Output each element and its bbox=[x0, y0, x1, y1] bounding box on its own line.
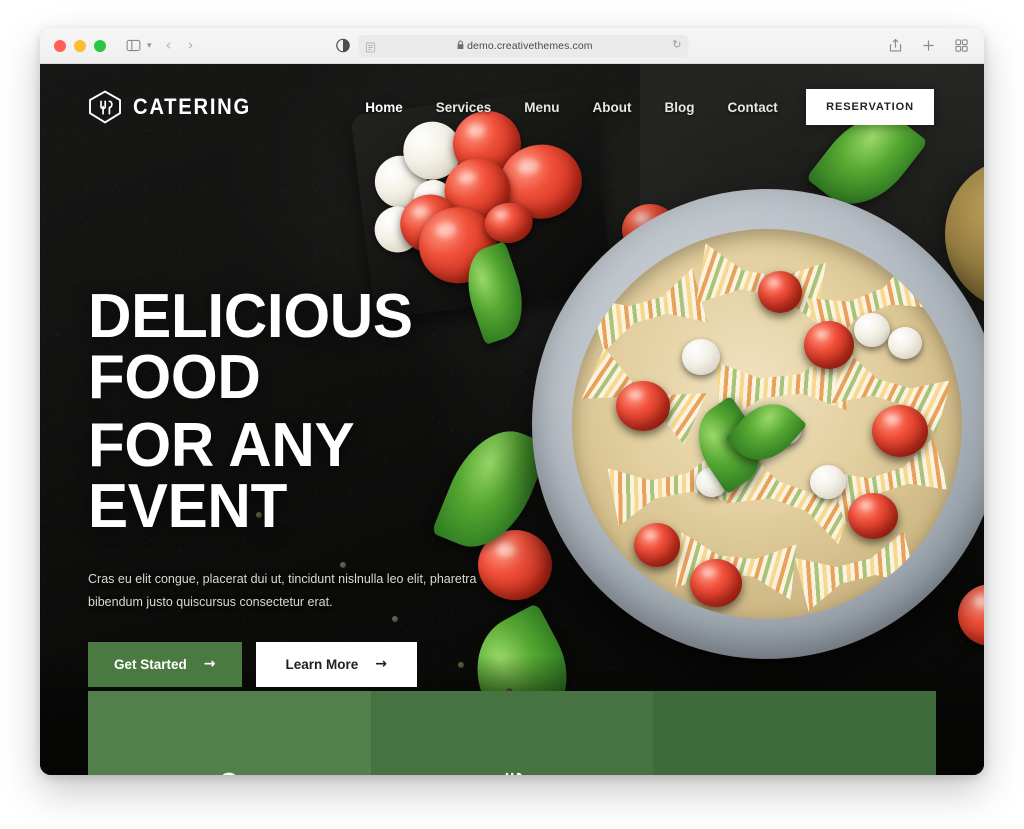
plus-icon[interactable] bbox=[919, 37, 937, 55]
window-controls bbox=[54, 39, 106, 52]
browser-toolbar: ▾ ‹ › demo.creativethemes.com ↻ bbox=[40, 28, 984, 64]
learn-more-button[interactable]: Learn More → bbox=[255, 641, 418, 687]
lock-icon bbox=[456, 40, 464, 52]
back-button[interactable]: ‹ bbox=[166, 38, 172, 53]
hero-description: Cras eu elit congue, placerat dui ut, ti… bbox=[88, 571, 477, 609]
address-url-text: demo.creativethemes.com bbox=[467, 39, 593, 52]
page-viewport: CATERING Home Services Menu About Blog C… bbox=[40, 64, 984, 775]
share-icon[interactable] bbox=[886, 37, 904, 55]
nav-item-home[interactable]: Home bbox=[365, 100, 403, 115]
chef-hat-icon bbox=[214, 769, 244, 775]
pasta-bowl bbox=[532, 189, 984, 659]
feature-card[interactable] bbox=[653, 691, 937, 775]
reader-view-icon[interactable] bbox=[365, 40, 377, 52]
toolbar-left-group: ▾ bbox=[124, 37, 152, 55]
learn-more-label: Learn More bbox=[285, 656, 359, 672]
reload-icon[interactable]: ↻ bbox=[672, 40, 681, 51]
address-bar[interactable]: demo.creativethemes.com ↻ bbox=[358, 34, 689, 57]
sidebar-icon[interactable] bbox=[124, 37, 142, 55]
bell-icon bbox=[780, 769, 810, 775]
get-started-button[interactable]: Get Started → bbox=[88, 641, 242, 687]
forward-button[interactable]: › bbox=[188, 38, 194, 53]
address-bar-group: demo.creativethemes.com ↻ bbox=[336, 34, 689, 57]
browser-window: ▾ ‹ › demo.creativethemes.com ↻ CATERING… bbox=[40, 28, 984, 775]
tab-overview-icon[interactable] bbox=[952, 37, 970, 55]
hero-headline-line-2: FOR ANY EVENT bbox=[88, 410, 354, 542]
privacy-report-icon[interactable] bbox=[336, 38, 351, 53]
nav-item-menu[interactable]: Menu bbox=[524, 100, 559, 115]
pasta-bowl-contents bbox=[572, 229, 962, 619]
minimize-window-button[interactable] bbox=[74, 39, 86, 52]
site-logo[interactable]: CATERING bbox=[88, 89, 261, 125]
feature-card[interactable] bbox=[370, 691, 654, 775]
nav-item-services[interactable]: Services bbox=[436, 100, 492, 115]
feature-strip bbox=[88, 691, 937, 775]
close-window-button[interactable] bbox=[54, 39, 66, 52]
nav-item-contact[interactable]: Contact bbox=[728, 100, 778, 115]
nav-item-about[interactable]: About bbox=[593, 100, 632, 115]
navigation-arrows: ‹ › bbox=[166, 38, 194, 53]
nav-item-blog[interactable]: Blog bbox=[665, 100, 695, 115]
hero-actions: Get Started → Learn More → bbox=[88, 641, 518, 687]
maximize-window-button[interactable] bbox=[94, 39, 106, 52]
site-logo-text: CATERING bbox=[133, 94, 251, 119]
reservation-button[interactable]: RESERVATION bbox=[806, 89, 934, 125]
chevron-down-icon[interactable]: ▾ bbox=[147, 40, 152, 51]
cutlery-icon bbox=[497, 769, 527, 775]
main-navigation: Home Services Menu About Blog Contact bbox=[365, 100, 778, 115]
arrow-right-icon: → bbox=[375, 656, 388, 673]
house-cutlery-icon bbox=[88, 89, 122, 125]
feature-card[interactable] bbox=[88, 691, 371, 775]
get-started-label: Get Started bbox=[114, 656, 187, 672]
arrow-right-icon: → bbox=[203, 656, 216, 673]
hero-content: DELICIOUS FOOD FOR ANY EVENT Cras eu eli… bbox=[88, 286, 518, 687]
toolbar-right-group bbox=[886, 37, 970, 55]
site-header: CATERING Home Services Menu About Blog C… bbox=[40, 64, 984, 150]
hero-headline-line-1: DELICIOUS FOOD bbox=[88, 282, 413, 413]
